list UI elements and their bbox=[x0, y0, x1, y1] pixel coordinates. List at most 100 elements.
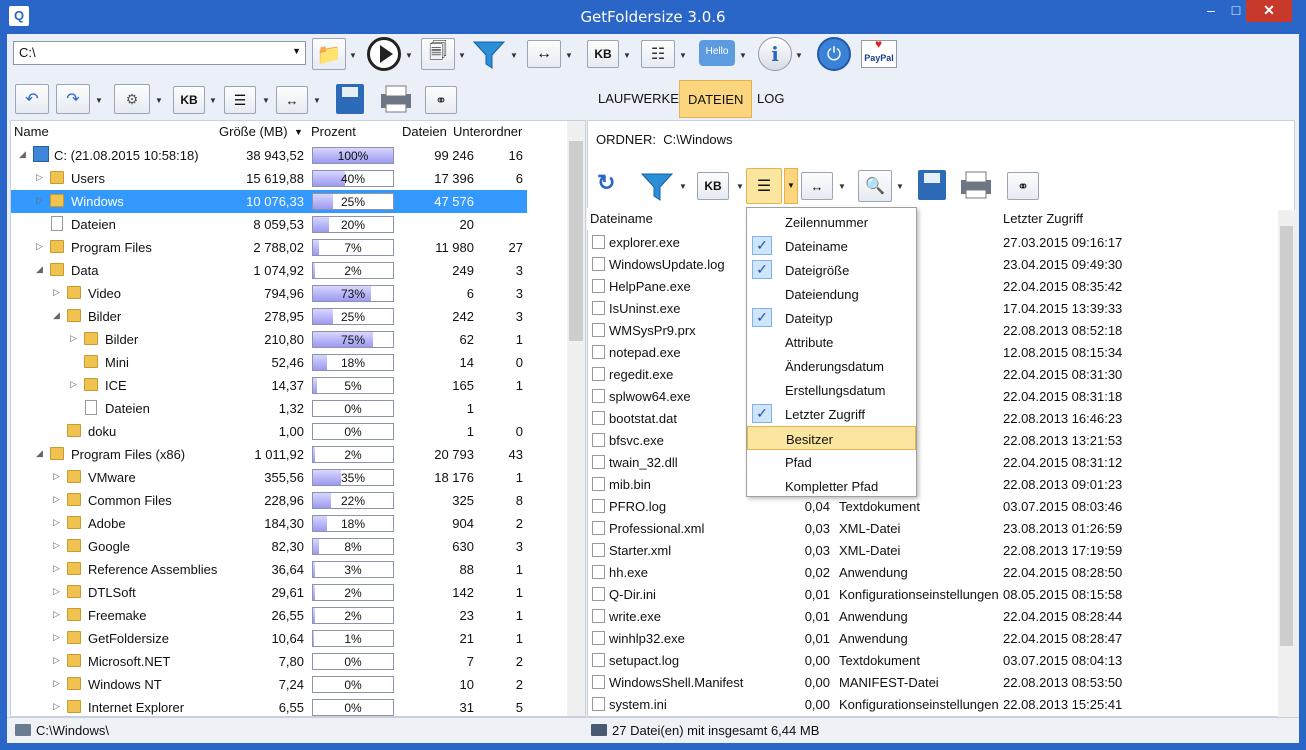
menu-item-column[interactable]: Attribute bbox=[747, 330, 916, 354]
tree-row[interactable]: ◢ Program Files (x86) 1 011,92 2% 20 793 43 bbox=[11, 443, 527, 466]
settings-columns-button[interactable]: ⚙ bbox=[114, 84, 150, 114]
tree-row[interactable]: ◢ Data 1 074,92 2% 249 3 bbox=[11, 259, 527, 282]
unit-kb-files-button[interactable]: KB bbox=[697, 172, 729, 200]
chevron-down-icon[interactable]: ▼ bbox=[155, 96, 163, 105]
expand-toggle-icon[interactable]: ▷ bbox=[53, 287, 60, 298]
tree-row[interactable]: ▷ Internet Explorer 6,55 0% 31 5 bbox=[11, 696, 527, 716]
unit-kb-button[interactable]: KB bbox=[587, 40, 619, 68]
column-header-size[interactable]: Größe (MB) bbox=[219, 124, 288, 139]
chevron-down-icon[interactable]: ▼ bbox=[896, 182, 904, 191]
navigate-back-button[interactable]: ↶ bbox=[15, 84, 49, 114]
print-files-button[interactable] bbox=[958, 170, 994, 200]
file-row[interactable]: system.ini 0,00 Konfigurationseinstellunge… bbox=[587, 693, 1132, 715]
tree-row[interactable]: ◢ C: (21.08.2015 10:58:18) 38 943,52 100% 99… bbox=[11, 144, 527, 167]
tree-row[interactable]: doku 1,00 0% 1 0 bbox=[11, 420, 527, 443]
file-row[interactable]: Professional.xml 0,03 XML-Datei 23.08.2013 … bbox=[587, 517, 1132, 539]
expand-toggle-icon[interactable]: ▷ bbox=[53, 655, 60, 666]
tree-row[interactable]: Dateien 1,32 0% 1 bbox=[11, 397, 527, 420]
save-button[interactable] bbox=[336, 84, 364, 114]
chevron-down-icon[interactable]: ▼ bbox=[209, 96, 217, 105]
file-row[interactable]: PFRO.log 0,04 Textdokument 03.07.2015 08:03… bbox=[587, 495, 1132, 517]
menu-item-column[interactable]: Zeilennummer bbox=[747, 210, 916, 234]
unit-kb-left-button[interactable]: KB bbox=[173, 86, 205, 114]
chevron-down-icon[interactable]: ▼ bbox=[349, 51, 357, 60]
chevron-down-icon[interactable]: ▼ bbox=[313, 96, 321, 105]
expand-toggle-icon[interactable]: ▷ bbox=[53, 632, 60, 643]
tree-row[interactable]: ▷ Reference Assemblies 36,64 3% 88 1 bbox=[11, 558, 527, 581]
tree-row[interactable]: ▷ Common Files 228,96 22% 325 8 bbox=[11, 489, 527, 512]
tree-row[interactable]: ▷ Video 794,96 73% 6 3 bbox=[11, 282, 527, 305]
width-left-button[interactable]: ↔ bbox=[276, 86, 308, 114]
scrollbar-thumb[interactable] bbox=[1280, 226, 1293, 646]
chevron-down-icon[interactable]: ▼ bbox=[838, 182, 846, 191]
columns-dropdown-arrow[interactable]: ▼ bbox=[784, 168, 798, 204]
column-header-percent[interactable]: Prozent bbox=[311, 124, 356, 139]
columns-left-button[interactable]: ☰ bbox=[224, 86, 256, 114]
expand-toggle-icon[interactable]: ◢ bbox=[53, 310, 60, 321]
expand-toggle-icon[interactable]: ▷ bbox=[53, 586, 60, 597]
expand-toggle-icon[interactable]: ▷ bbox=[36, 172, 43, 183]
menu-item-column[interactable]: Änderungsdatum bbox=[747, 354, 916, 378]
add-folder-button[interactable]: 📁 bbox=[312, 38, 346, 70]
file-row[interactable]: write.exe 0,01 Anwendung 22.04.2015 08:28:4… bbox=[587, 605, 1132, 627]
expand-toggle-icon[interactable]: ◢ bbox=[19, 149, 26, 160]
tree-row[interactable]: ▷ Bilder 210,80 75% 62 1 bbox=[11, 328, 527, 351]
drive-select[interactable]: C:\ ▼ bbox=[13, 41, 306, 65]
menu-item-column[interactable]: ✓ Letzter Zugriff bbox=[747, 402, 916, 426]
column-header-name[interactable]: Name bbox=[14, 124, 49, 139]
tree-row[interactable]: ▷ Microsoft.NET 7,80 0% 7 2 bbox=[11, 650, 527, 673]
menu-item-column[interactable]: Erstellungsdatum bbox=[747, 378, 916, 402]
chevron-down-icon[interactable]: ▼ bbox=[795, 51, 803, 60]
chevron-down-icon[interactable]: ▼ bbox=[565, 51, 573, 60]
maximize-button[interactable]: □ bbox=[1226, 0, 1246, 22]
file-row[interactable]: hh.exe 0,02 Anwendung 22.04.2015 08:28:50 bbox=[587, 561, 1132, 583]
file-row[interactable]: setupact.log 0,00 Textdokument 03.07.2015 0… bbox=[587, 649, 1132, 671]
menu-item-column[interactable]: Besitzer bbox=[747, 426, 916, 450]
refresh-button[interactable]: ↻ bbox=[597, 170, 625, 200]
tree-row[interactable]: ▷ VMware 355,56 35% 18 176 1 bbox=[11, 466, 527, 489]
columns-files-button[interactable]: ☰ bbox=[746, 168, 782, 204]
tree-row[interactable]: Mini 52,46 18% 14 0 bbox=[11, 351, 527, 374]
expand-toggle-icon[interactable]: ▷ bbox=[36, 241, 43, 252]
chevron-down-icon[interactable]: ▼ bbox=[262, 96, 270, 105]
tree-row[interactable]: ▷ Users 15 619,88 40% 17 396 6 bbox=[11, 167, 527, 190]
tree-row[interactable]: ◢ Bilder 278,95 25% 242 3 bbox=[11, 305, 527, 328]
width-files-button[interactable]: ↔ bbox=[801, 172, 833, 200]
expand-toggle-icon[interactable]: ▷ bbox=[53, 563, 60, 574]
filter-files-button[interactable] bbox=[640, 170, 674, 202]
chevron-down-icon[interactable]: ▼ bbox=[679, 51, 687, 60]
tree-row[interactable]: ▷ Program Files 2 788,02 7% 11 980 27 bbox=[11, 236, 527, 259]
expand-toggle-icon[interactable]: ▷ bbox=[53, 540, 60, 551]
chevron-down-icon[interactable]: ▼ bbox=[405, 51, 413, 60]
menu-item-column[interactable]: ✓ Dateigröße bbox=[747, 258, 916, 282]
chevron-down-icon[interactable]: ▼ bbox=[623, 51, 631, 60]
tree-row[interactable]: ▷ GetFoldersize 10,64 1% 21 1 bbox=[11, 627, 527, 650]
save-files-button[interactable] bbox=[918, 170, 946, 200]
expand-toggle-icon[interactable]: ▷ bbox=[53, 494, 60, 505]
column-header-subfolders[interactable]: Unterordner bbox=[453, 124, 522, 139]
tree-vertical-scrollbar[interactable] bbox=[567, 121, 585, 716]
paypal-button[interactable]: ♥ PayPal bbox=[861, 38, 897, 68]
list-view-button[interactable]: ☷ bbox=[641, 40, 675, 68]
tree-row[interactable]: ▷ Adobe 184,30 18% 904 2 bbox=[11, 512, 527, 535]
menu-item-column[interactable]: Pfad bbox=[747, 450, 916, 474]
tree-row[interactable]: ▷ Windows NT 7,24 0% 10 2 bbox=[11, 673, 527, 696]
expand-toggle-icon[interactable]: ▷ bbox=[70, 333, 77, 344]
file-row[interactable]: Q-Dir.ini 0,01 Konfigurationseinstellungen… bbox=[587, 583, 1132, 605]
column-header-accessed[interactable]: Letzter Zugriff bbox=[1003, 211, 1083, 226]
column-header-filename[interactable]: Dateiname bbox=[590, 211, 653, 226]
copy-button[interactable]: 🗐 bbox=[421, 38, 455, 70]
menu-item-column[interactable]: Dateiendung bbox=[747, 282, 916, 306]
tree-row[interactable]: ▷ DTLSoft 29,61 2% 142 1 bbox=[11, 581, 527, 604]
menu-item-column[interactable]: ✓ Dateiname bbox=[747, 234, 916, 258]
power-button[interactable]: ⏻ bbox=[817, 37, 851, 71]
expand-toggle-icon[interactable]: ▷ bbox=[36, 195, 43, 206]
menu-item-column[interactable]: ✓ Dateityp bbox=[747, 306, 916, 330]
tab-laufwerke[interactable]: LAUFWERKE bbox=[590, 80, 687, 118]
expand-toggle-icon[interactable]: ◢ bbox=[36, 448, 43, 459]
tree-row[interactable]: Dateien 8 059,53 20% 20 bbox=[11, 213, 527, 236]
start-scan-button[interactable] bbox=[367, 37, 401, 71]
expand-toggle-icon[interactable]: ▷ bbox=[70, 379, 77, 390]
tab-log[interactable]: LOG bbox=[749, 80, 792, 118]
menu-item-column[interactable]: Kompletter Pfad bbox=[747, 474, 916, 498]
